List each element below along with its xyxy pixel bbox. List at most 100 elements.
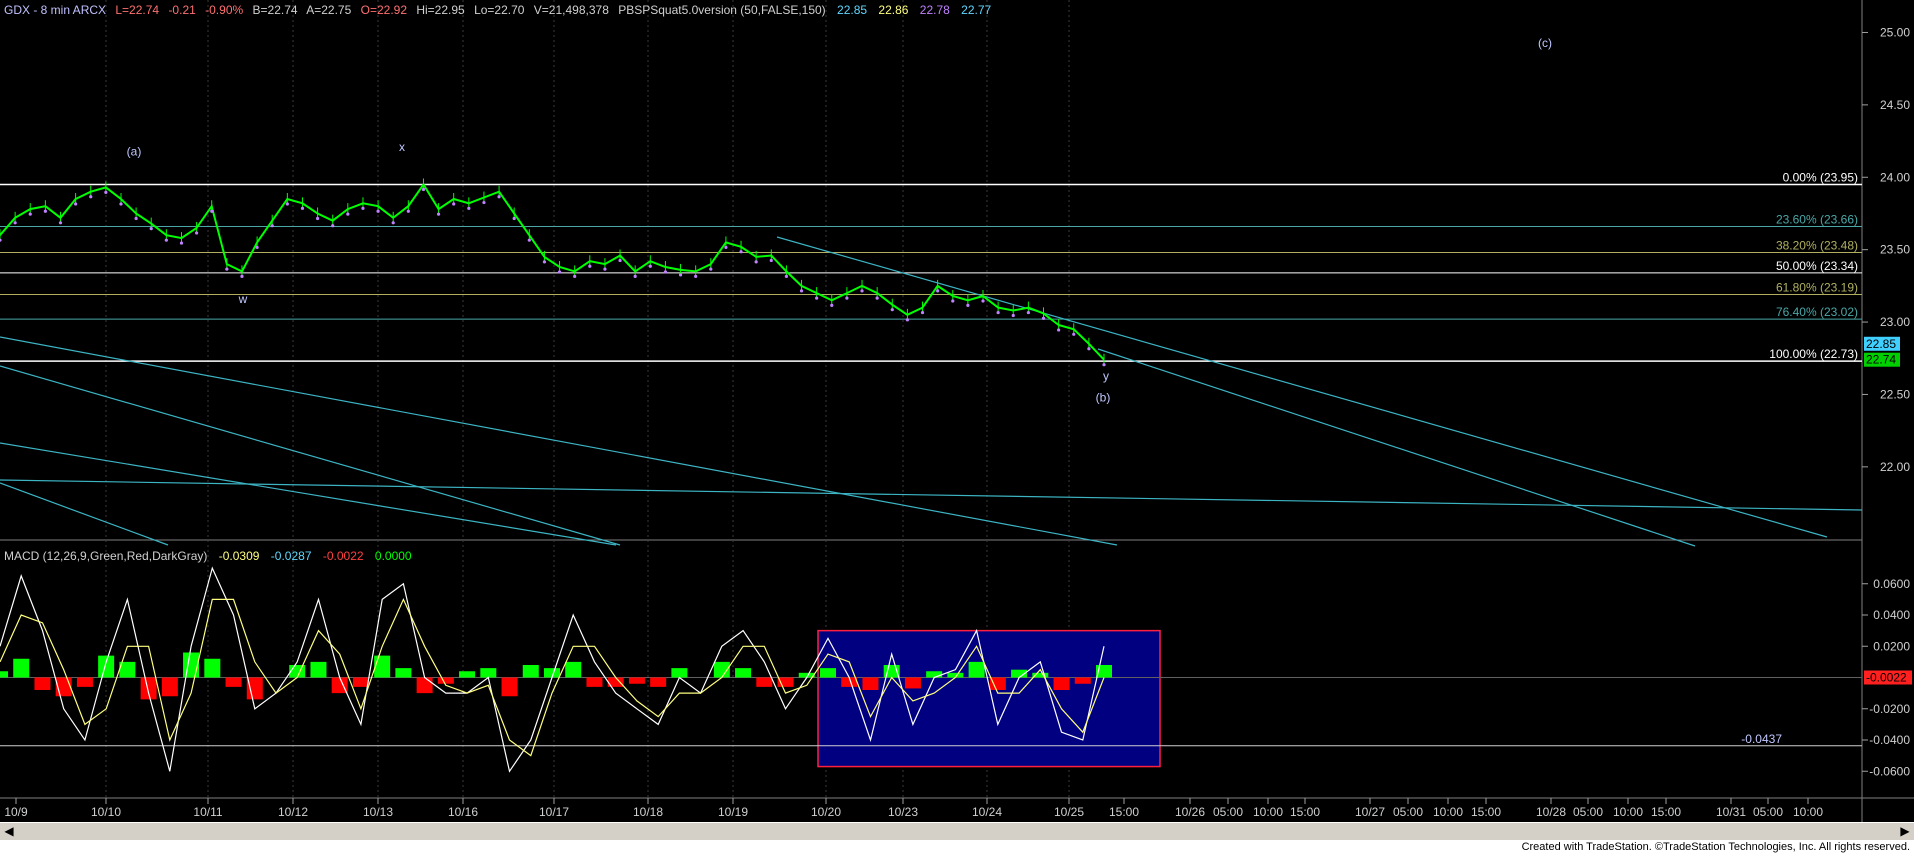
scroll-left-arrow-icon[interactable]: ◀ xyxy=(2,824,16,839)
symbol-label: GDX - 8 min ARCX xyxy=(4,3,106,17)
histogram-bar xyxy=(1074,677,1091,684)
study-dot xyxy=(966,303,970,307)
study-dot xyxy=(119,202,123,206)
x-tick-label: 10/27 xyxy=(1355,805,1385,819)
x-tick-label: 10:00 xyxy=(1433,805,1463,819)
y-tick-label: 24.50 xyxy=(1880,98,1910,112)
hist-value: -0.0022 xyxy=(323,549,364,563)
study-dot xyxy=(421,187,426,192)
study-dot xyxy=(633,274,637,278)
histogram-bar xyxy=(204,658,221,678)
histogram-bar xyxy=(161,677,178,697)
x-tick-label: 10/23 xyxy=(888,805,918,819)
study-dot xyxy=(784,274,789,278)
study-dot xyxy=(845,296,849,300)
histogram-bar xyxy=(926,671,943,678)
study-dot xyxy=(346,212,350,216)
macd-y-tick-label: -0.0200 xyxy=(1869,702,1910,716)
study-dot xyxy=(179,241,184,245)
wave-label: y xyxy=(1103,369,1109,383)
study-dot xyxy=(527,238,531,242)
x-tick-label: 10/10 xyxy=(91,805,121,819)
wave-label: x xyxy=(399,140,405,154)
macd-title: MACD (12,26,9,Green,Red,DarkGray) xyxy=(4,549,207,563)
study-dot xyxy=(860,289,864,293)
fib-label: 23.60% (23.66) xyxy=(1776,212,1858,226)
header-legend: GDX - 8 min ARCX L=22.74 -0.21 -0.90% B=… xyxy=(4,3,992,17)
y-tick-label: 22.50 xyxy=(1880,387,1910,401)
histogram-bar xyxy=(225,677,242,687)
study-dot xyxy=(694,274,698,278)
study-dot xyxy=(452,202,456,206)
study-dot xyxy=(875,296,879,300)
y-tick-label: 22.00 xyxy=(1880,460,1910,474)
study-value-1: 22.85 xyxy=(837,3,867,17)
y-tick-label: 25.00 xyxy=(1880,25,1910,39)
study-dot xyxy=(815,296,819,300)
fib-label: 0.00% (23.95) xyxy=(1783,171,1858,185)
x-tick-label: 10/25 xyxy=(1054,805,1084,819)
macd-y-tick-label: 0.0600 xyxy=(1873,577,1910,591)
study-dot xyxy=(1102,363,1106,367)
study-dot xyxy=(436,212,441,216)
study-dot xyxy=(890,308,894,312)
study-dot xyxy=(240,274,244,278)
last-price-label: 22.74 xyxy=(1866,353,1896,367)
histogram-bar xyxy=(76,677,93,687)
study-dot xyxy=(936,289,940,293)
study-dot xyxy=(210,209,214,213)
study-dot xyxy=(830,303,834,307)
zero-value: 0.0000 xyxy=(375,549,412,563)
study-dot xyxy=(74,202,78,206)
y-tick-label: 23.00 xyxy=(1880,315,1910,329)
last-price-label: 22.85 xyxy=(1866,337,1896,351)
histogram-bar xyxy=(140,677,157,700)
study-dot xyxy=(1057,328,1061,332)
x-tick-label: 15:00 xyxy=(1471,805,1501,819)
wave-label: (c) xyxy=(1538,36,1552,50)
histogram-bar xyxy=(98,655,115,678)
study-dot xyxy=(996,310,1000,315)
study-dot xyxy=(149,227,153,231)
study-dot xyxy=(739,250,743,254)
low-value: Lo=22.70 xyxy=(474,3,525,17)
study-dot xyxy=(724,245,728,250)
histogram-bar xyxy=(0,671,8,678)
macd-y-tick-label: 0.0400 xyxy=(1873,608,1910,622)
study-value-3: 22.78 xyxy=(920,3,950,17)
study-dot xyxy=(58,221,63,225)
histogram-bar xyxy=(437,677,454,684)
study-dot xyxy=(406,209,410,213)
study-dot xyxy=(467,206,471,210)
x-tick-label: 05:00 xyxy=(1753,805,1783,819)
study-dot xyxy=(361,206,365,210)
last-price-labels: 22.85 22.74 xyxy=(1864,336,1900,367)
x-tick-label: 10/24 xyxy=(972,805,1002,819)
x-tick-label: 05:00 xyxy=(1393,805,1423,819)
study-value-2: 22.86 xyxy=(878,3,908,17)
study-dot xyxy=(1026,310,1030,315)
bid-value: B=22.74 xyxy=(253,3,298,17)
study-dot xyxy=(89,195,93,199)
histogram-bar xyxy=(586,677,603,687)
histogram-bar xyxy=(735,668,752,678)
histogram-bar xyxy=(395,668,412,678)
signal-value: -0.0287 xyxy=(271,549,312,563)
histogram-bar xyxy=(1053,677,1070,690)
study-dot xyxy=(104,190,108,195)
horizontal-scrollbar[interactable]: ◀ ▶ xyxy=(0,822,1914,841)
study-dot xyxy=(951,299,955,303)
scroll-right-arrow-icon[interactable]: ▶ xyxy=(1898,824,1912,839)
study-dot xyxy=(709,267,713,271)
fib-label: 100.00% (22.73) xyxy=(1769,347,1858,361)
x-tick-label: 10/28 xyxy=(1536,805,1566,819)
study-dot xyxy=(497,195,501,199)
histogram-bar xyxy=(904,677,921,689)
histogram-bar xyxy=(501,677,518,697)
x-tick-label: 05:00 xyxy=(1213,805,1243,819)
study-dot xyxy=(1041,316,1046,320)
histogram-bar xyxy=(756,677,773,687)
histogram-bar xyxy=(480,668,497,678)
study-dot xyxy=(376,209,380,213)
wave-label: (a) xyxy=(127,145,142,159)
